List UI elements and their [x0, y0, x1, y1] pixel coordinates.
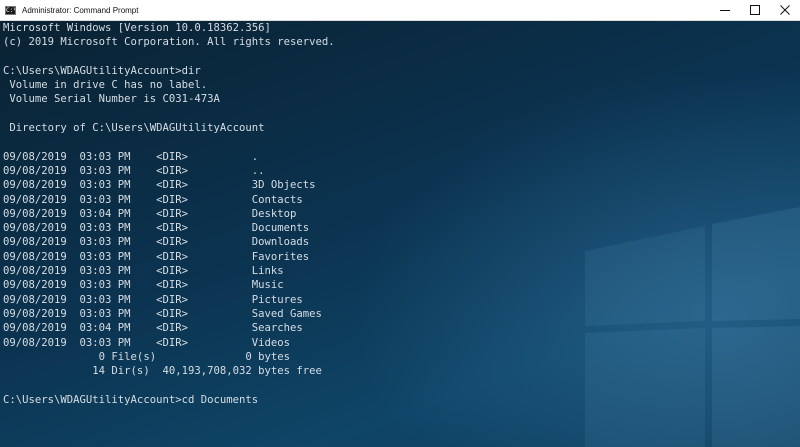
maximize-button[interactable] — [740, 0, 770, 20]
command-prompt-window: C:\ Administrator: Command Prompt Micros… — [0, 0, 800, 447]
console-line: 14 Dir(s) 40,193,708,032 bytes free — [3, 365, 322, 378]
console-line: 09/08/2019 03:03 PM <DIR> Favorites — [3, 250, 310, 263]
console-line: 09/08/2019 03:04 PM <DIR> Desktop — [3, 207, 297, 220]
minimize-button[interactable] — [710, 0, 740, 20]
console-line: 09/08/2019 03:03 PM <DIR> . — [3, 150, 259, 163]
console-line: Directory of C:\Users\WDAGUtilityAccount — [3, 122, 265, 135]
console-line: C:\Users\WDAGUtilityAccount>dir — [3, 64, 201, 77]
console-line: Microsoft Windows [Version 10.0.18362.35… — [3, 22, 271, 34]
console-line: 09/08/2019 03:03 PM <DIR> Downloads — [3, 236, 310, 249]
console-line: 09/08/2019 03:03 PM <DIR> Contacts — [3, 193, 303, 206]
console-line: Volume in drive C has no label. — [3, 79, 208, 92]
console-line: 09/08/2019 03:03 PM <DIR> .. — [3, 164, 265, 177]
console-line: 09/08/2019 03:03 PM <DIR> 3D Objects — [3, 179, 316, 192]
title-bar[interactable]: C:\ Administrator: Command Prompt — [0, 0, 800, 21]
console-line: (c) 2019 Microsoft Corporation. All righ… — [3, 36, 335, 49]
maximize-icon — [750, 5, 760, 15]
console-line: C:\Users\WDAGUtilityAccount>cd Documents — [3, 393, 259, 406]
console-line: 09/08/2019 03:04 PM <DIR> Searches — [3, 322, 303, 335]
console-line: 09/08/2019 03:03 PM <DIR> Music — [3, 279, 284, 292]
console-line: 0 File(s) 0 bytes — [3, 350, 291, 363]
console-line: 09/08/2019 03:03 PM <DIR> Videos — [3, 336, 291, 349]
console-area[interactable]: Microsoft Windows [Version 10.0.18362.35… — [0, 21, 800, 447]
console-line: 09/08/2019 03:03 PM <DIR> Saved Games — [3, 307, 322, 320]
console-output: Microsoft Windows [Version 10.0.18362.35… — [3, 21, 797, 407]
console-line: Volume Serial Number is C031-473A — [3, 93, 220, 106]
close-icon — [780, 5, 790, 15]
console-line: 09/08/2019 03:03 PM <DIR> Documents — [3, 222, 310, 235]
command-prompt-icon: C:\ — [5, 5, 16, 15]
window-controls — [710, 0, 800, 20]
window-title: Administrator: Command Prompt — [22, 5, 139, 15]
minimize-icon — [720, 10, 730, 11]
close-button[interactable] — [770, 0, 800, 20]
console-line: 09/08/2019 03:03 PM <DIR> Links — [3, 265, 284, 278]
console-line: 09/08/2019 03:03 PM <DIR> Pictures — [3, 293, 303, 306]
